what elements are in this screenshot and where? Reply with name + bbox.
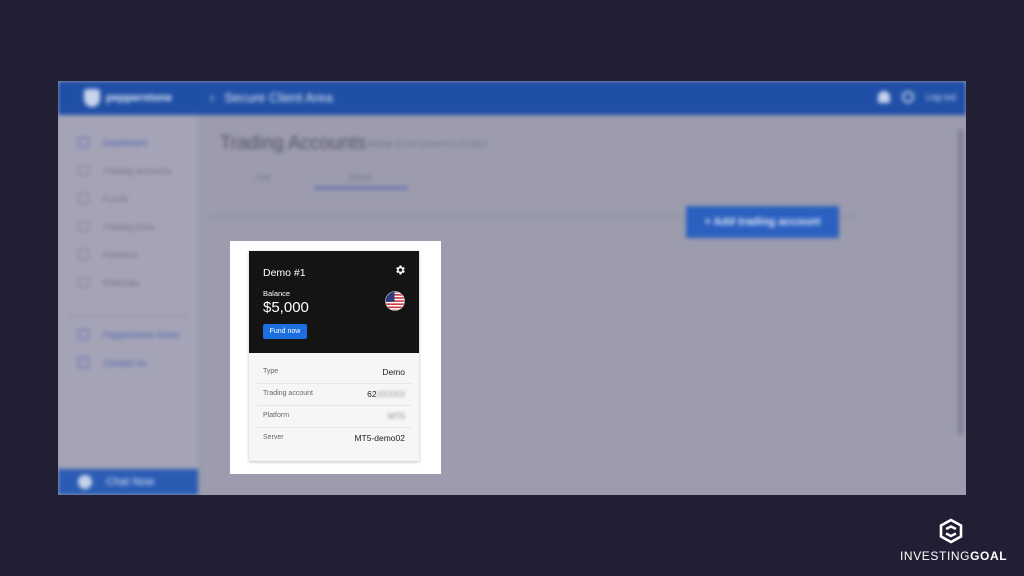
wallet-icon	[78, 193, 89, 204]
watermark-text-regular: INVESTING	[900, 549, 971, 563]
sidebar-item-trading-tools[interactable]: Trading tools	[78, 221, 155, 232]
detail-row-trading-account: Trading account 62XXXXX	[257, 384, 411, 406]
brand-logo[interactable]: pepperstone	[84, 89, 172, 107]
account-tabs: Live Demo	[220, 169, 860, 189]
detail-row-platform: Platform MT5	[257, 406, 411, 428]
card-header: Demo #1 Balance $5,000 Fund now	[249, 251, 419, 353]
watermark-text-bold: GOAL	[970, 549, 1008, 563]
power-icon[interactable]	[901, 91, 914, 103]
account-name: Demo #1	[263, 267, 306, 279]
detail-row-server: Server MT5-demo02	[257, 428, 411, 450]
watermark-text: INVESTINGGOAL	[900, 549, 1007, 563]
dashboard-icon	[78, 137, 89, 148]
account-number-blurred: XXXXX	[376, 389, 405, 399]
detail-key: Server	[263, 434, 284, 441]
logout-link[interactable]: Log out	[926, 92, 956, 102]
detail-key: Trading account	[263, 390, 313, 397]
us-flag-icon	[385, 291, 405, 311]
tab-live[interactable]: Live	[256, 173, 271, 182]
demo-account-card: Demo #1 Balance $5,000 Fund now Type Dem…	[249, 251, 419, 461]
balance-value: $5,000	[263, 299, 309, 316]
sidebar-item-funds[interactable]: Funds	[78, 193, 128, 204]
page-subtitle: Manage all your accounts in one place	[368, 141, 488, 148]
detail-key: Platform	[263, 412, 290, 419]
sidebar-item-partners[interactable]: Partners	[78, 249, 137, 260]
sidebar-item-dashboard[interactable]: Dashboard	[78, 137, 147, 148]
chat-button-label: Chat Now	[106, 476, 155, 488]
account-number-visible: 62	[367, 389, 377, 399]
chat-now-button[interactable]: Chat Now	[58, 469, 198, 495]
sidebar-item-trading-accounts[interactable]: Trading accounts	[78, 165, 172, 176]
sidebar-item-label: Dashboard	[103, 137, 148, 148]
home-icon	[78, 329, 89, 340]
topbar-actions: Log out	[877, 91, 956, 103]
account-details: Type Demo Trading account 62XXXXX Platfo…	[257, 362, 411, 450]
sidebar-item-home[interactable]: Pepperstone home	[78, 329, 179, 340]
contact-icon	[78, 357, 89, 368]
shield-logo-icon	[84, 89, 100, 107]
page-title: Trading Accounts	[220, 133, 367, 154]
sidebar-item-label: Contact us	[103, 357, 147, 368]
balance-label: Balance	[263, 289, 291, 298]
sidebar-item-label: Partners	[103, 249, 138, 260]
scrollbar[interactable]	[958, 129, 963, 435]
fund-now-button[interactable]: Fund now	[263, 324, 307, 339]
sidebar-item-label: Pepperstone home	[103, 329, 180, 340]
user-icon[interactable]	[877, 91, 890, 103]
partners-icon	[78, 249, 89, 260]
breadcrumb: ‹ Secure Client Area	[210, 90, 333, 105]
investinggoal-logo-icon	[939, 518, 963, 544]
blurred-app-content: pepperstone ‹ Secure Client Area Log out…	[58, 81, 966, 495]
detail-key: Type	[263, 368, 279, 375]
detail-value: 62XXXXX	[367, 389, 405, 399]
accounts-icon	[78, 165, 89, 176]
sidebar-item-label: Trading tools	[103, 221, 155, 232]
chevron-left-icon[interactable]: ‹	[210, 90, 214, 105]
tab-demo[interactable]: Demo	[350, 173, 371, 182]
sidebar-item-referrals[interactable]: Referrals	[78, 277, 140, 288]
sidebar: Dashboard Trading accounts Funds Trading…	[58, 115, 198, 495]
sidebar-item-label: Referrals	[103, 277, 140, 288]
brand-name: pepperstone	[106, 92, 173, 104]
sidebar-item-label: Trading accounts	[103, 165, 172, 176]
top-bar: pepperstone ‹ Secure Client Area Log out	[58, 81, 966, 115]
sidebar-divider	[68, 315, 188, 316]
chat-icon	[78, 475, 92, 489]
investinggoal-watermark: INVESTINGGOAL	[900, 518, 1010, 566]
add-trading-account-button[interactable]: + Add trading account	[686, 206, 839, 238]
detail-value: MT5	[388, 411, 405, 421]
active-tab-indicator	[314, 187, 408, 189]
app-window: pepperstone ‹ Secure Client Area Log out…	[58, 81, 966, 495]
detail-value: Demo	[382, 367, 405, 377]
gear-icon[interactable]	[394, 264, 406, 276]
detail-value: MT5-demo02	[354, 433, 405, 443]
breadcrumb-title: Secure Client Area	[224, 90, 333, 105]
sidebar-item-contact[interactable]: Contact us	[78, 357, 146, 368]
referrals-icon	[78, 277, 89, 288]
detail-row-type: Type Demo	[257, 362, 411, 384]
tools-icon	[78, 221, 89, 232]
sidebar-item-label: Funds	[103, 193, 129, 204]
